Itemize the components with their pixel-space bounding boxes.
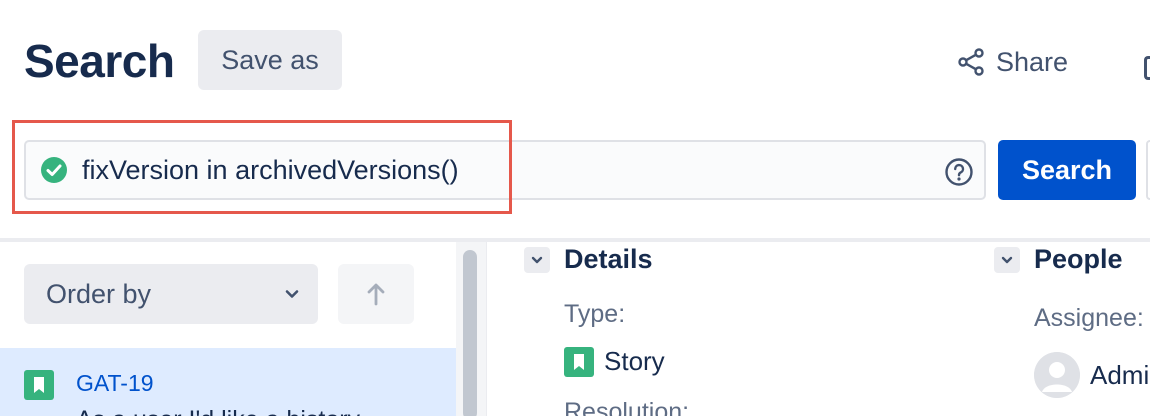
save-as-button[interactable]: Save as <box>198 30 342 90</box>
collapse-details-button[interactable] <box>524 246 550 273</box>
query-highlight-box <box>12 120 512 214</box>
share-label: Share <box>996 46 1069 77</box>
assignee-name: Admin <box>1090 359 1150 390</box>
arrow-up-icon <box>367 283 385 306</box>
user-avatar-icon <box>1034 352 1080 398</box>
chevron-down-icon <box>1001 256 1013 263</box>
collapse-people-button[interactable] <box>994 246 1020 273</box>
order-by-label: Order by <box>46 278 152 309</box>
people-title: People <box>1034 244 1123 274</box>
chevron-down-icon <box>285 290 299 298</box>
issue-summary: As a user I'd like a history <box>76 406 360 416</box>
details-section-header[interactable]: Details <box>524 244 653 275</box>
details-title: Details <box>564 244 653 274</box>
page-title: Search <box>24 35 175 87</box>
story-icon <box>564 346 594 377</box>
issue-key-link[interactable]: GAT-19 <box>76 370 154 397</box>
issue-list-panel: Order by GAT-19 As a user I'd like a his… <box>0 242 456 416</box>
avatar <box>1034 352 1080 398</box>
view-options-button[interactable] <box>1146 140 1150 200</box>
issue-list-item[interactable]: GAT-19 As a user I'd like a history <box>0 348 456 416</box>
search-button[interactable]: Search <box>998 140 1136 200</box>
order-by-dropdown[interactable]: Order by <box>24 264 318 324</box>
assignee-value[interactable]: Admin <box>1034 352 1150 398</box>
scrollbar-thumb[interactable] <box>463 250 477 416</box>
share-icon <box>958 48 984 76</box>
type-label: Type: <box>564 300 626 328</box>
resolution-label: Resolution: <box>564 398 690 416</box>
export-icon[interactable] <box>1144 56 1150 80</box>
type-value-text: Story <box>604 346 665 376</box>
type-value: Story <box>564 346 665 377</box>
story-icon <box>24 370 54 400</box>
sort-direction-button[interactable] <box>338 264 414 324</box>
issue-search-page: Search Save as Share fixVersion in archi… <box>0 0 1150 416</box>
chevron-down-icon <box>531 256 543 263</box>
share-button[interactable]: Share <box>956 42 1068 82</box>
people-section-header[interactable]: People <box>994 244 1123 275</box>
assignee-label: Assignee: <box>1034 304 1144 332</box>
question-circle-icon[interactable] <box>944 157 974 187</box>
